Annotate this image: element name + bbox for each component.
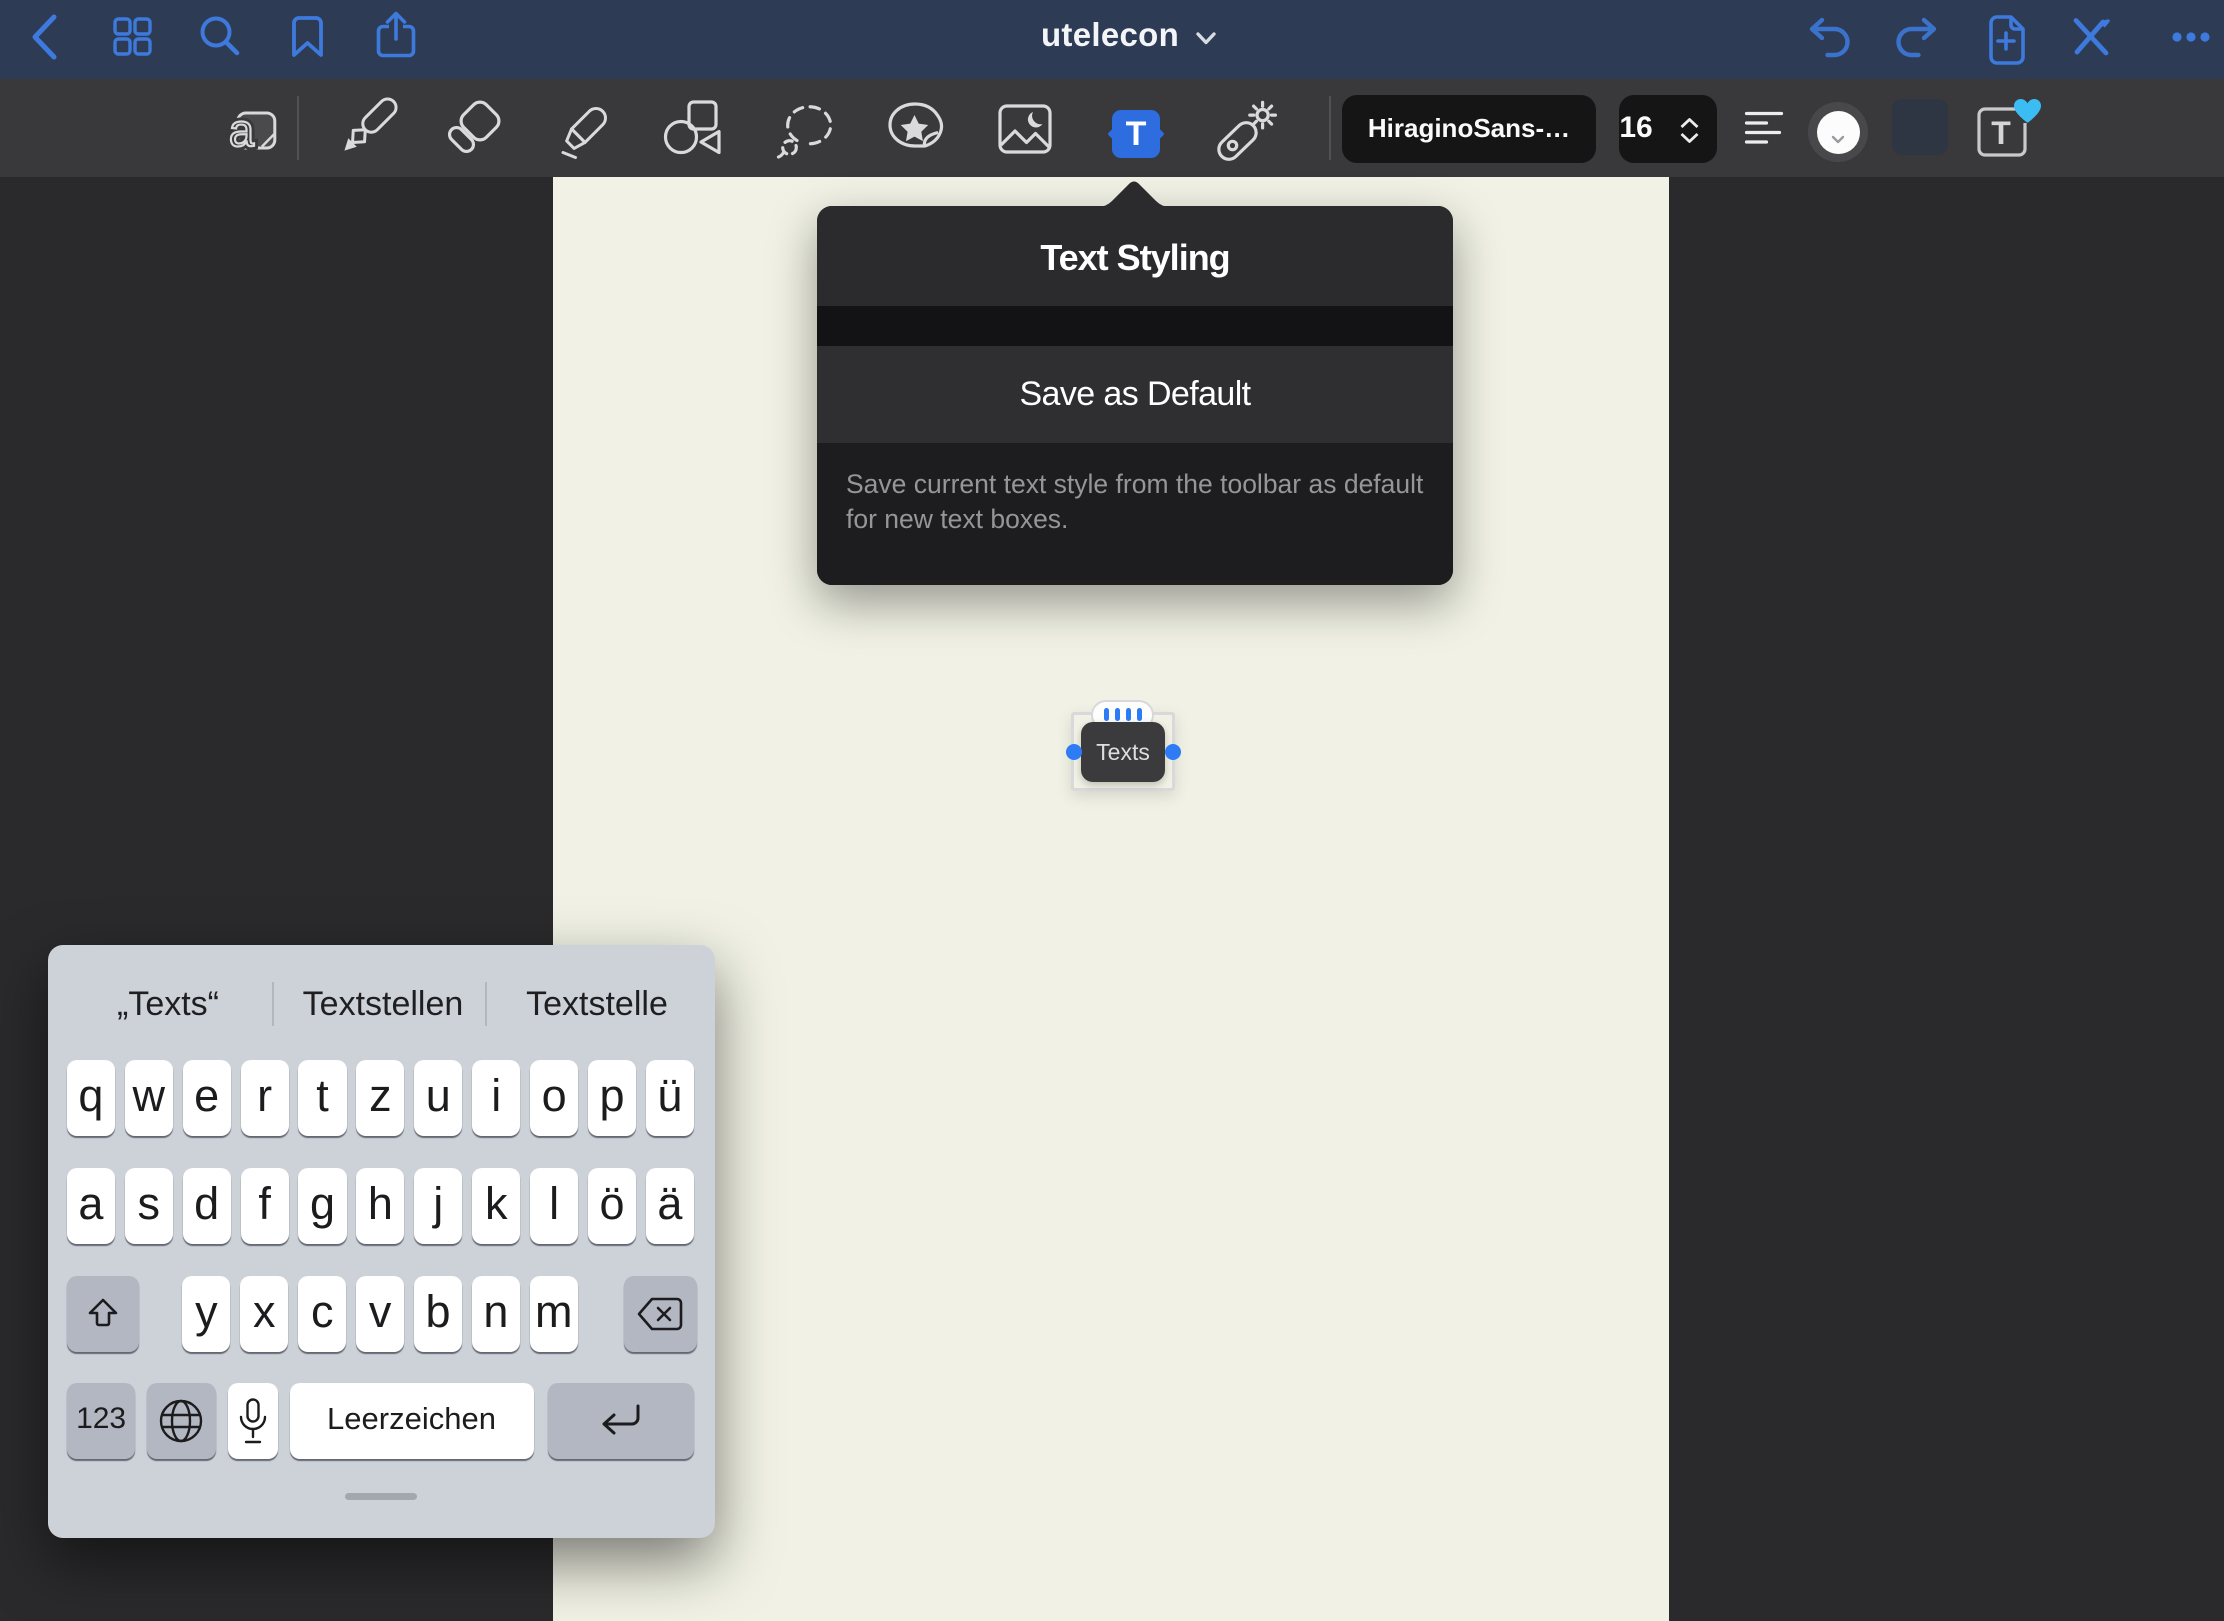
svg-text:T: T [1991, 115, 2011, 151]
svg-text:a: a [229, 105, 255, 156]
